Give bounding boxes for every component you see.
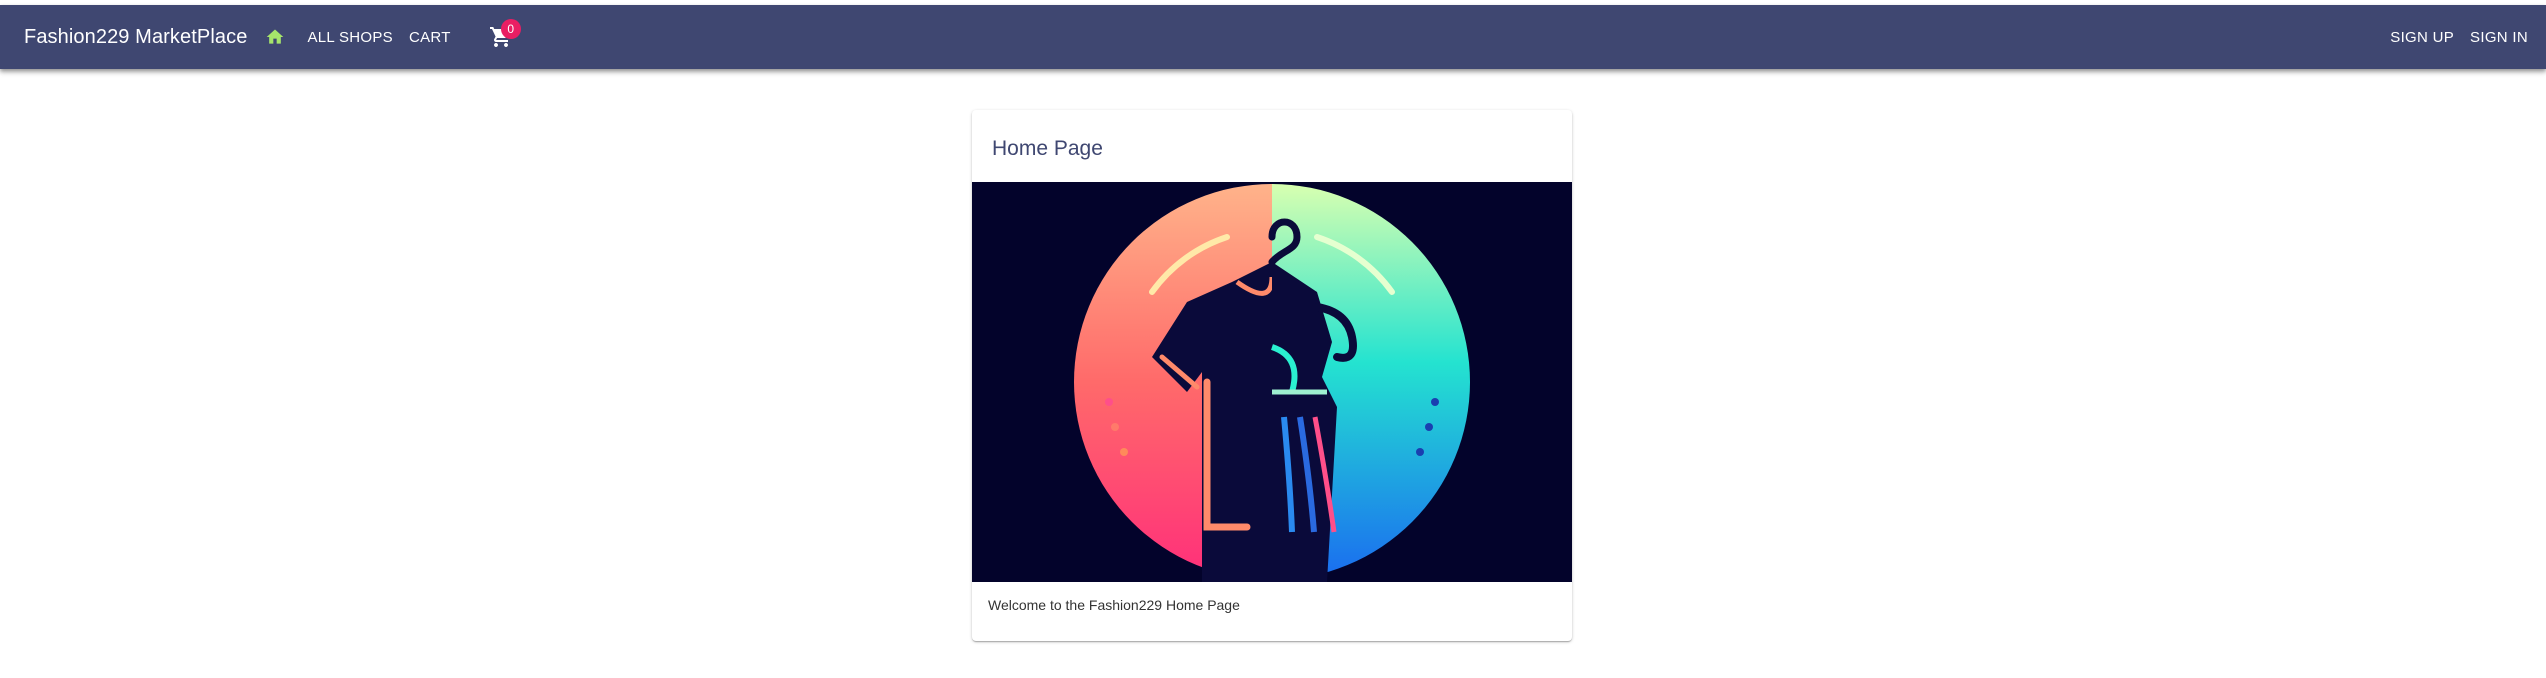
page-title: Home Page xyxy=(992,137,1103,160)
welcome-text: Welcome to the Fashion229 Home Page xyxy=(988,597,1240,613)
fashion-logo-image xyxy=(972,182,1572,582)
sign-up-link[interactable]: SIGN UP xyxy=(2382,19,2462,55)
home-card: Home Page Welcome to the Fashion229 Home… xyxy=(972,110,1572,641)
sign-in-link[interactable]: SIGN IN xyxy=(2462,19,2536,55)
home-button[interactable] xyxy=(251,13,299,61)
top-app-bar: Fashion229 MarketPlace ALL SHOPS CART 0 … xyxy=(0,5,2546,69)
home-icon xyxy=(267,29,284,44)
all-shops-link[interactable]: ALL SHOPS xyxy=(299,19,401,55)
brand-title: Fashion229 MarketPlace xyxy=(24,25,248,48)
cart-link[interactable]: CART xyxy=(401,19,459,55)
cart-count-badge: 0 xyxy=(500,19,521,39)
cart-icon-button[interactable]: 0 xyxy=(481,17,521,57)
